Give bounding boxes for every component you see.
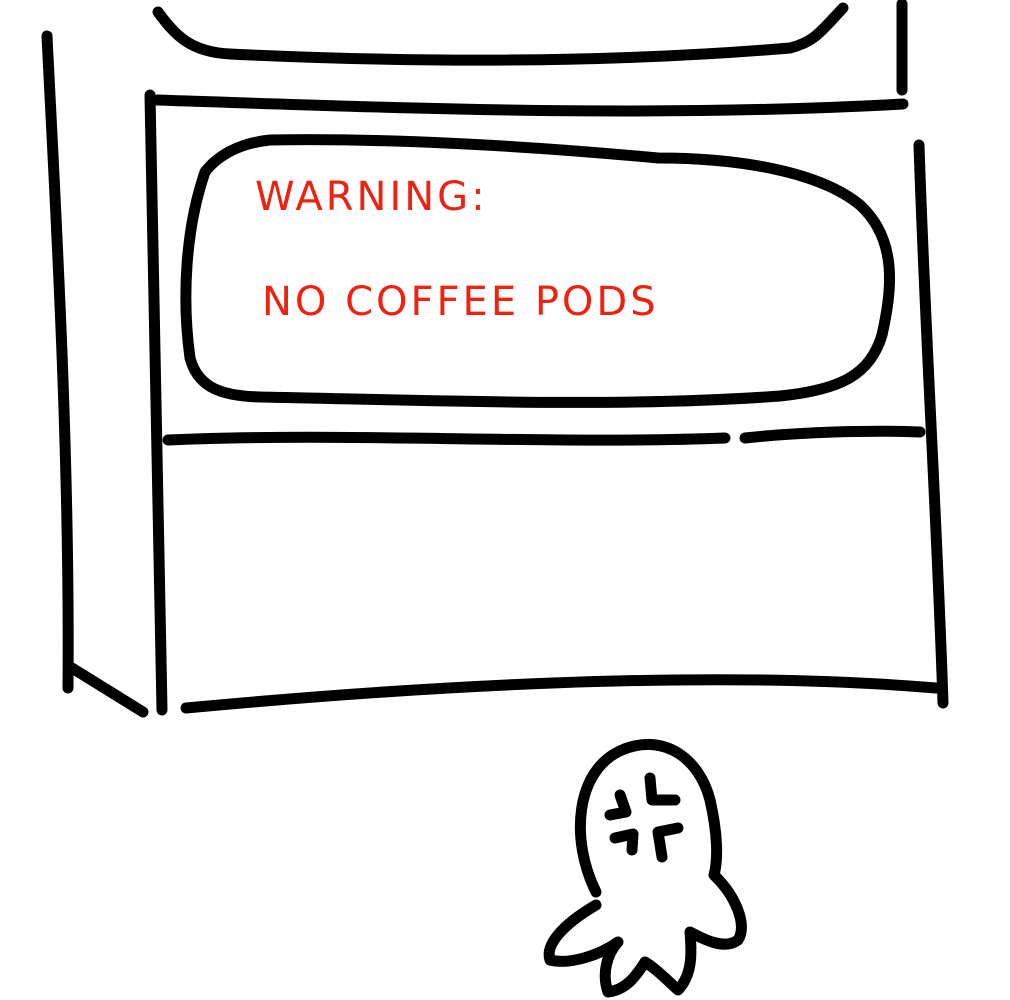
machine-side-panel bbox=[41, 30, 149, 718]
upper-cabinet bbox=[152, 0, 908, 96]
angry-character bbox=[543, 739, 747, 998]
warning-title: WARNING: bbox=[255, 174, 488, 220]
coffee-machine-scene: WARNING: NO COFFEE PODS bbox=[41, 0, 949, 998]
warning-message: NO COFFEE PODS bbox=[262, 279, 659, 325]
anger-vein-icon bbox=[604, 772, 684, 863]
warning-display: WARNING: NO COFFEE PODS bbox=[180, 134, 895, 408]
